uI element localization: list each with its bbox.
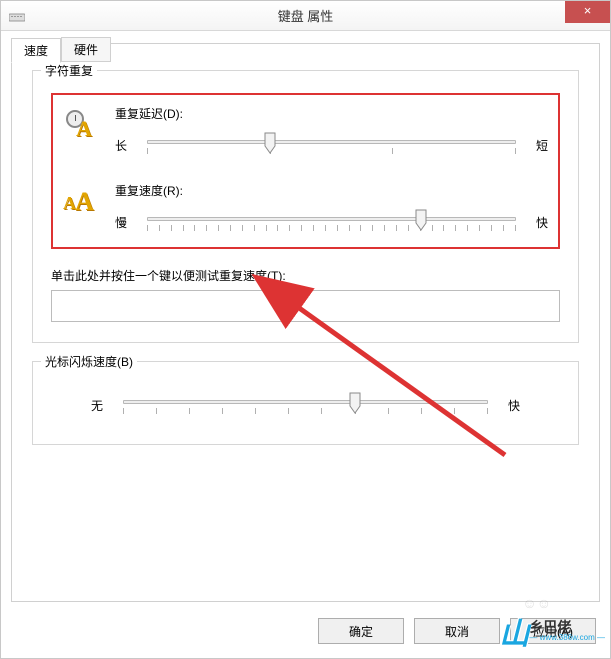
- titlebar: 键盘 属性 ×: [1, 1, 610, 31]
- row-repeat-delay: A 重复延迟(D): 长 短: [63, 105, 548, 160]
- repeat-delay-label: 重复延迟(D):: [115, 105, 548, 122]
- repeat-rate-icon: AA: [63, 182, 103, 222]
- repeat-delay-max: 短: [524, 137, 548, 154]
- blink-max: 快: [496, 397, 520, 414]
- group-title-char-repeat: 字符重复: [41, 62, 97, 79]
- watermark-text-a: 乡巴佬: [529, 620, 605, 634]
- tab-panel: 字符重复 A 重复延迟(D): 长 短: [11, 43, 600, 602]
- repeat-rate-slider[interactable]: [147, 207, 516, 237]
- slider-thumb[interactable]: [264, 132, 276, 154]
- row-repeat-rate: AA 重复速度(R): 慢 快: [63, 182, 548, 237]
- tab-speed[interactable]: 速度: [11, 38, 61, 63]
- tab-hardware[interactable]: 硬件: [61, 37, 111, 62]
- repeat-rate-max: 快: [524, 214, 548, 231]
- repeat-test-label: 单击此处并按住一个键以便测试重复速度(T):: [51, 267, 560, 284]
- repeat-test-input[interactable]: [51, 290, 560, 322]
- dialog-window: 键盘 属性 × 速度 硬件 字符重复 A 重复延迟(D):: [0, 0, 611, 659]
- repeat-rate-min: 慢: [115, 214, 139, 231]
- watermark-text-b: — www.386w.com —: [529, 634, 605, 642]
- slider-thumb[interactable]: [349, 392, 361, 414]
- watermark: 山 乡巴佬 — www.386w.com —: [499, 609, 605, 653]
- window-title: 键盘 属性: [1, 6, 610, 25]
- ok-button[interactable]: 确定: [318, 618, 404, 644]
- group-cursor-blink: 光标闪烁速度(B) 无 快: [32, 361, 579, 445]
- close-icon: ×: [584, 3, 592, 18]
- blink-slider[interactable]: [123, 390, 488, 420]
- repeat-rate-label: 重复速度(R):: [115, 182, 548, 199]
- repeat-delay-slider[interactable]: [147, 130, 516, 160]
- close-button[interactable]: ×: [565, 1, 610, 23]
- annotation-highlight: A 重复延迟(D): 长 短 AA: [51, 93, 560, 249]
- watermark-logo: 山: [499, 609, 525, 653]
- tab-strip: 速度 硬件: [11, 37, 111, 62]
- repeat-delay-min: 长: [115, 137, 139, 154]
- cancel-button[interactable]: 取消: [414, 618, 500, 644]
- group-char-repeat: 字符重复 A 重复延迟(D): 长 短: [32, 70, 579, 343]
- repeat-delay-icon: A: [63, 105, 103, 145]
- slider-thumb[interactable]: [415, 209, 427, 231]
- group-title-cursor-blink: 光标闪烁速度(B): [41, 353, 137, 370]
- blink-min: 无: [91, 397, 115, 414]
